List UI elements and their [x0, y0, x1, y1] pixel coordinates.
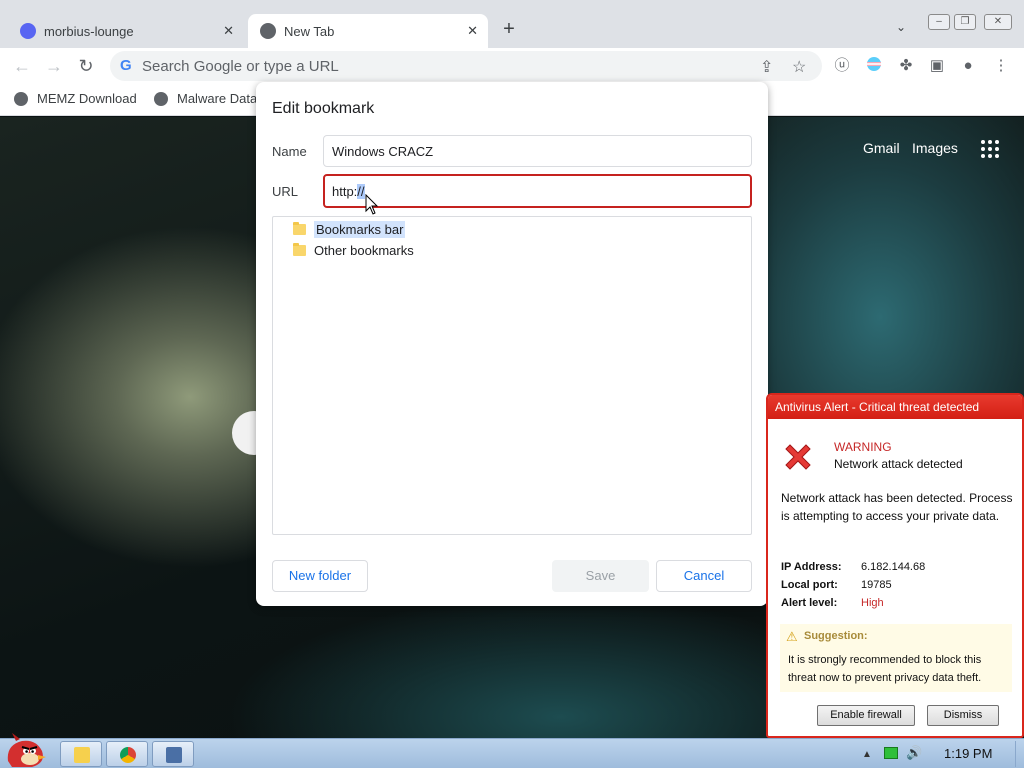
- images-link[interactable]: Images: [912, 140, 958, 156]
- menu-icon[interactable]: ⋮: [991, 56, 1011, 76]
- edit-bookmark-dialog: Edit bookmark Name URL http:// Bookmarks…: [256, 82, 768, 606]
- name-label: Name: [272, 144, 307, 159]
- local-port-row: Local port: 19785: [781, 579, 892, 591]
- cancel-button[interactable]: Cancel: [656, 560, 752, 592]
- extension-flag-icon[interactable]: [864, 56, 884, 76]
- detail-label: Alert level:: [781, 597, 838, 609]
- discord-icon: [20, 23, 36, 39]
- volume-icon[interactable]: 🔊: [906, 745, 922, 761]
- close-tab-icon[interactable]: ✕: [467, 23, 478, 39]
- bookmark-label: MEMZ Download: [37, 91, 137, 106]
- forward-button[interactable]: →: [42, 54, 66, 78]
- bookmark-malware-data[interactable]: Malware Data: [154, 91, 257, 106]
- taskbar-network-button[interactable]: [152, 741, 194, 767]
- url-field-wrapper: http://: [323, 174, 752, 208]
- url-field[interactable]: [323, 174, 752, 208]
- save-button[interactable]: Save: [552, 560, 649, 592]
- clock[interactable]: 1:19 PM: [944, 746, 992, 761]
- ublock-icon[interactable]: ⓤ: [832, 56, 852, 76]
- detail-label: Local port:: [781, 579, 838, 591]
- alert-header: Antivirus Alert - Critical threat detect…: [768, 395, 1022, 419]
- address-bar[interactable]: G Search Google or type a URL ⇪ ☆: [110, 51, 822, 81]
- folder-label: Bookmarks bar: [314, 221, 406, 238]
- folder-icon: [293, 222, 306, 235]
- taskbar: ▲ 🔊 1:19 PM: [0, 733, 1024, 768]
- extensions-icon[interactable]: ✤: [896, 56, 916, 76]
- browser-toolbar: ← → ↻ G Search Google or type a URL ⇪ ☆ …: [0, 48, 1024, 84]
- address-placeholder: Search Google or type a URL: [142, 58, 339, 75]
- name-field[interactable]: [323, 135, 752, 167]
- new-tab-button[interactable]: +: [498, 19, 520, 41]
- ip-address-value: 6.182.144.68: [861, 561, 926, 573]
- gmail-link[interactable]: Gmail: [863, 140, 900, 156]
- dismiss-button[interactable]: Dismiss: [927, 705, 999, 726]
- url-label: URL: [272, 184, 299, 199]
- enable-firewall-button[interactable]: Enable firewall: [817, 705, 915, 726]
- folder-tree[interactable]: Bookmarks bar Other bookmarks: [272, 216, 752, 535]
- folder-icon: [293, 243, 306, 256]
- tab-title: morbius-lounge: [44, 23, 134, 39]
- error-x-icon: [785, 444, 811, 470]
- new-folder-button[interactable]: New folder: [272, 560, 368, 592]
- chrome-icon: [260, 23, 276, 39]
- suggestion-text: It is strongly recommended to block this…: [788, 654, 982, 684]
- local-port-value: 19785: [861, 579, 892, 591]
- folder-icon: [74, 747, 90, 763]
- browser-titlebar: morbius-lounge ✕ New Tab ✕ + ⌄ – ❐ ✕: [0, 0, 1024, 48]
- suggestion-box: ⚠ Suggestion: It is strongly recommended…: [780, 624, 1012, 692]
- ip-address-row: IP Address: 6.182.144.68: [781, 561, 925, 573]
- folder-label: Other bookmarks: [314, 243, 414, 258]
- dialog-title: Edit bookmark: [272, 100, 375, 117]
- globe-icon: [14, 91, 28, 106]
- tab-new-tab[interactable]: New Tab ✕: [248, 14, 488, 48]
- mouse-cursor-icon: [365, 194, 379, 215]
- warning-title: WARNING: [834, 440, 892, 454]
- window-close-button[interactable]: ✕: [984, 14, 1012, 30]
- warning-subtitle: Network attack detected: [834, 457, 963, 471]
- chrome-icon: [120, 747, 136, 763]
- globe-icon: [154, 91, 168, 106]
- detail-label: IP Address:: [781, 561, 842, 573]
- bookmark-star-icon[interactable]: ☆: [792, 57, 806, 77]
- folder-bookmarks-bar[interactable]: Bookmarks bar: [293, 221, 406, 238]
- show-desktop-button[interactable]: [1015, 741, 1023, 767]
- warning-triangle-icon: ⚠: [786, 629, 798, 644]
- back-button[interactable]: ←: [10, 54, 34, 78]
- side-panel-icon[interactable]: ▣: [927, 56, 947, 76]
- alert-level-value: High: [861, 597, 884, 609]
- show-hidden-icons[interactable]: ▲: [862, 749, 872, 760]
- alert-level-row: Alert level: High: [781, 597, 884, 609]
- minimize-button[interactable]: –: [928, 14, 950, 30]
- bookmark-label: Malware Data: [177, 91, 258, 106]
- bookmark-memz-download[interactable]: MEMZ Download: [14, 91, 137, 106]
- antivirus-alert-popup: Antivirus Alert - Critical threat detect…: [766, 393, 1024, 738]
- taskbar-explorer-button[interactable]: [60, 741, 102, 767]
- alert-body: Network attack has been detected. Proces…: [781, 491, 1013, 523]
- google-icon: G: [120, 57, 132, 74]
- reload-button[interactable]: ↻: [74, 54, 98, 78]
- folder-other-bookmarks[interactable]: Other bookmarks: [293, 243, 414, 258]
- google-apps-icon[interactable]: [981, 140, 999, 158]
- network-icon[interactable]: [884, 747, 898, 759]
- share-icon[interactable]: ⇪: [760, 57, 773, 77]
- start-button-angry-bird-icon[interactable]: [2, 731, 50, 768]
- computer-icon: [166, 747, 182, 763]
- taskbar-chrome-button[interactable]: [106, 741, 148, 767]
- tab-search-icon[interactable]: ⌄: [896, 20, 906, 34]
- tab-morbius-lounge[interactable]: morbius-lounge ✕: [8, 14, 244, 48]
- profile-icon[interactable]: ●: [958, 56, 978, 76]
- restore-button[interactable]: ❐: [954, 14, 976, 30]
- close-tab-icon[interactable]: ✕: [223, 23, 234, 39]
- suggestion-title: Suggestion:: [804, 630, 868, 642]
- tab-title: New Tab: [284, 23, 335, 39]
